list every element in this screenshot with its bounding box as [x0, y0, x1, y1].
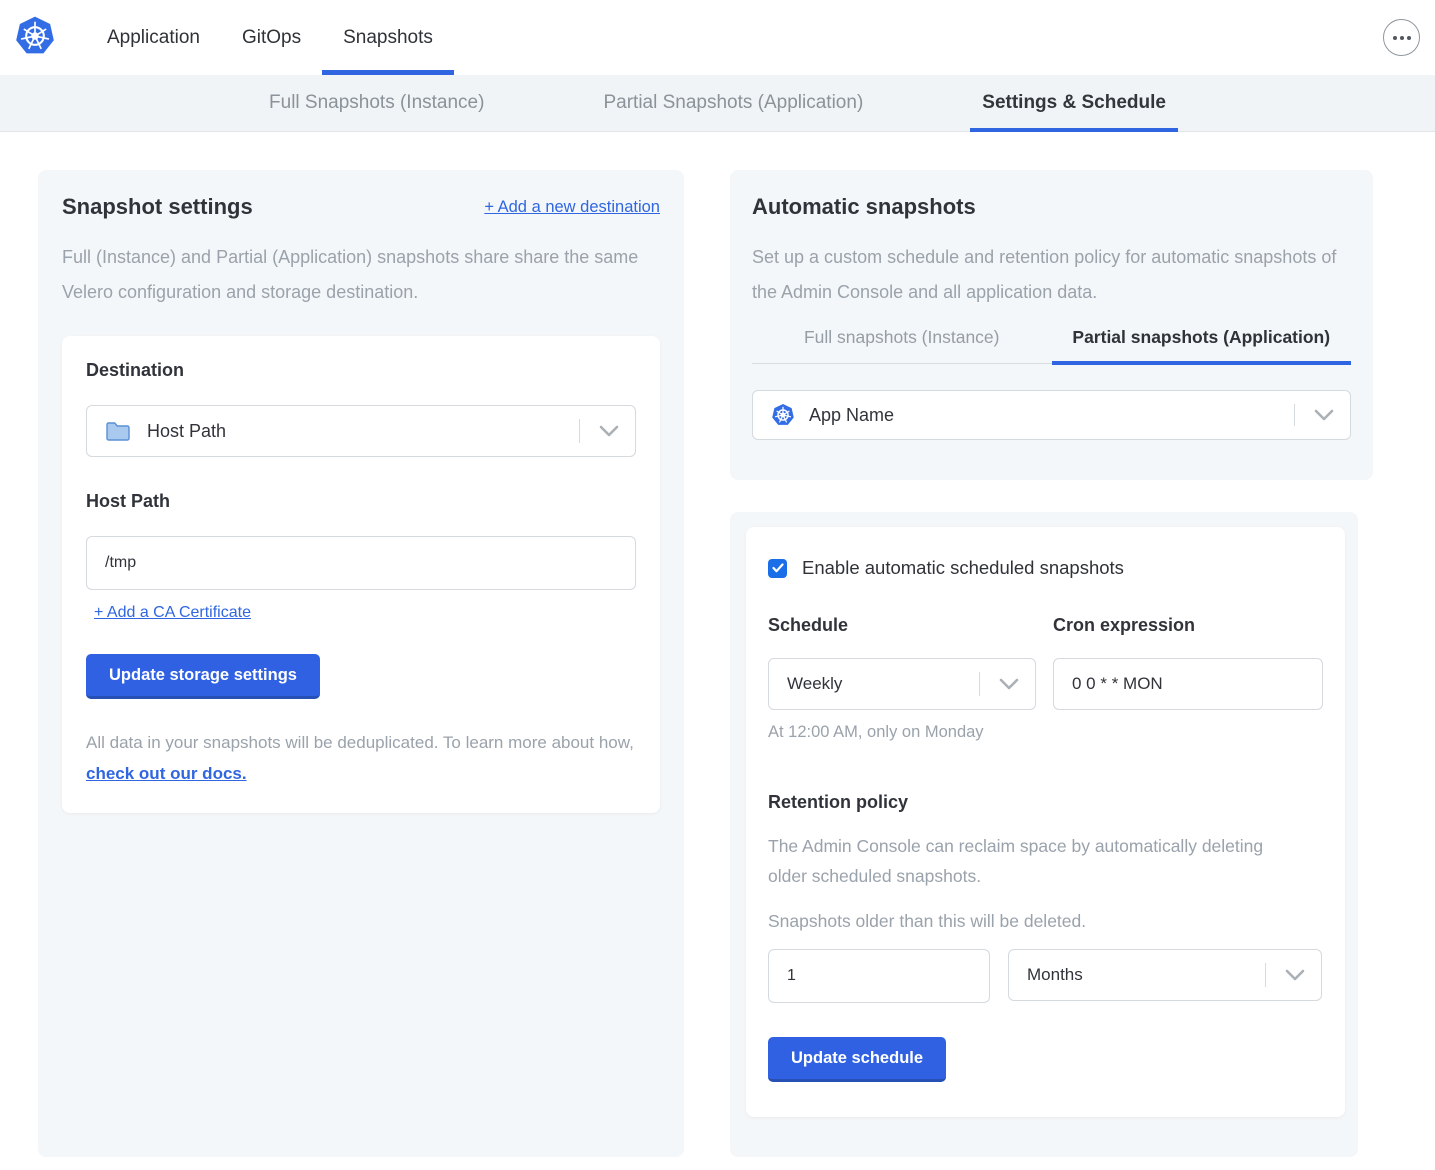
tab-settings-schedule[interactable]: Settings & Schedule	[970, 75, 1178, 131]
checkmark-icon	[772, 563, 784, 573]
right-column: Automatic snapshots Set up a custom sche…	[730, 170, 1373, 1157]
chevron-down-icon	[999, 678, 1019, 690]
retention-policy-title: Retention policy	[768, 792, 1323, 813]
tab-auto-partial-snapshots[interactable]: Partial snapshots (Application)	[1052, 327, 1352, 363]
automatic-snapshots-description: Set up a custom schedule and retention p…	[752, 240, 1351, 310]
schedule-interval-select[interactable]: Weekly	[768, 658, 1036, 710]
select-divider	[1294, 404, 1295, 426]
snapshot-settings-title: Snapshot settings	[62, 194, 253, 220]
host-path-input[interactable]	[86, 536, 636, 590]
ellipsis-icon	[1393, 36, 1397, 40]
overflow-menu-button[interactable]	[1383, 19, 1420, 56]
app-select-value: App Name	[809, 405, 894, 426]
schedule-label: Schedule	[768, 615, 1036, 636]
destination-label: Destination	[86, 360, 184, 380]
nav-item-application[interactable]: Application	[86, 0, 221, 75]
app-select[interactable]: App Name	[752, 390, 1351, 440]
enable-snapshots-checkbox[interactable]	[768, 559, 787, 578]
retention-unit-value: Months	[1027, 965, 1083, 985]
tab-auto-full-snapshots[interactable]: Full snapshots (Instance)	[752, 327, 1052, 363]
cron-expression-input[interactable]	[1053, 658, 1323, 710]
add-new-destination-link[interactable]: + Add a new destination	[484, 198, 660, 217]
nav-item-snapshots[interactable]: Snapshots	[322, 0, 454, 75]
automatic-snapshots-tabs: Full snapshots (Instance) Partial snapsh…	[752, 327, 1351, 364]
automatic-snapshots-title: Automatic snapshots	[752, 194, 1351, 220]
kubernetes-app-icon	[771, 403, 795, 427]
retention-unit-select[interactable]: Months	[1008, 949, 1322, 1001]
retention-policy-description: The Admin Console can reclaim space by a…	[768, 831, 1288, 891]
docs-link[interactable]: check out our docs.	[86, 764, 247, 783]
host-path-label: Host Path	[86, 491, 636, 512]
select-divider	[979, 672, 980, 696]
enable-snapshots-label: Enable automatic scheduled snapshots	[802, 557, 1124, 579]
snapshot-settings-description: Full (Instance) and Partial (Application…	[62, 240, 644, 310]
chevron-down-icon	[599, 425, 619, 437]
tab-full-snapshots-instance[interactable]: Full Snapshots (Instance)	[257, 75, 496, 131]
snapshots-subnav: Full Snapshots (Instance) Partial Snapsh…	[0, 75, 1435, 132]
destination-select-value: Host Path	[147, 421, 226, 442]
add-ca-certificate-link[interactable]: + Add a CA Certificate	[94, 604, 251, 622]
schedule-section: Enable automatic scheduled snapshots Sch…	[730, 512, 1358, 1157]
schedule-interval-value: Weekly	[787, 674, 842, 694]
destination-select[interactable]: Host Path	[86, 405, 636, 457]
automatic-snapshots-card: Automatic snapshots Set up a custom sche…	[730, 170, 1373, 480]
chevron-down-icon	[1314, 409, 1334, 421]
kubernetes-logo-icon	[14, 15, 56, 57]
retention-value-input[interactable]	[768, 949, 990, 1003]
snapshot-settings-card: Snapshot settings + Add a new destinatio…	[38, 170, 684, 1157]
cron-expression-label: Cron expression	[1053, 615, 1323, 636]
dedupe-note: All data in your snapshots will be dedup…	[86, 727, 634, 789]
main-content: Snapshot settings + Add a new destinatio…	[0, 132, 1435, 1157]
ellipsis-icon	[1407, 36, 1411, 40]
nav-item-gitops[interactable]: GitOps	[221, 0, 322, 75]
main-nav: Application GitOps Snapshots	[86, 0, 454, 75]
tab-partial-snapshots-application[interactable]: Partial Snapshots (Application)	[591, 75, 875, 131]
ellipsis-icon	[1400, 36, 1404, 40]
folder-icon	[105, 420, 131, 442]
schedule-panel: Enable automatic scheduled snapshots Sch…	[746, 527, 1345, 1117]
retention-hint: Snapshots older than this will be delete…	[768, 911, 1323, 932]
dedupe-note-text: All data in your snapshots will be dedup…	[86, 733, 634, 752]
update-schedule-button[interactable]: Update schedule	[768, 1037, 946, 1082]
select-divider	[579, 419, 580, 443]
chevron-down-icon	[1285, 969, 1305, 981]
select-divider	[1265, 963, 1266, 987]
update-storage-settings-button[interactable]: Update storage settings	[86, 654, 320, 699]
storage-settings-panel: Destination Host Path Host Path + Add a …	[62, 336, 660, 813]
top-nav: Application GitOps Snapshots	[0, 0, 1435, 75]
cron-human-readable: At 12:00 AM, only on Monday	[768, 723, 1036, 742]
